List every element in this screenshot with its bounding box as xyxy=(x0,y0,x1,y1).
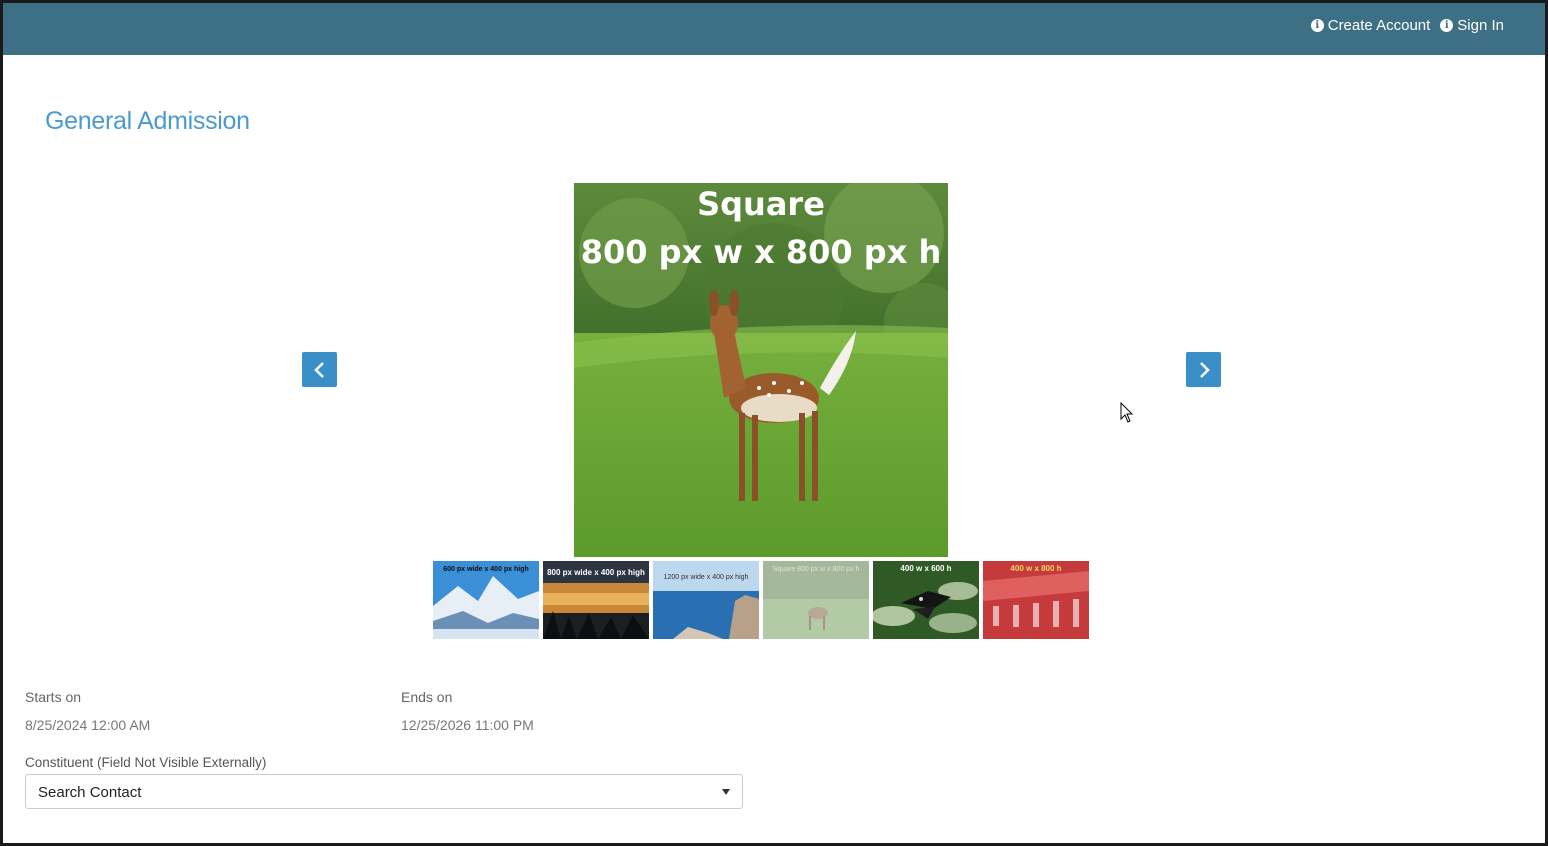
chevron-left-icon xyxy=(313,361,324,378)
mouse-cursor-icon xyxy=(1120,402,1134,423)
info-icon: i xyxy=(1310,19,1324,32)
sign-in-label: Sign In xyxy=(1457,17,1504,34)
top-bar: i Create Account i Sign In xyxy=(3,3,1545,55)
thumbnail-caption: 800 px wide x 400 px high xyxy=(547,568,645,577)
constituent-label: Constituent (Field Not Visible Externall… xyxy=(25,755,267,770)
page-title: General Admission xyxy=(45,107,250,135)
page-frame: i Create Account i Sign In General Admis… xyxy=(3,3,1545,843)
ends-on-label: Ends on xyxy=(401,689,453,705)
starts-on-label: Starts on xyxy=(25,689,82,705)
constituent-select-value: Search Contact xyxy=(38,784,142,801)
top-nav: i Create Account i Sign In xyxy=(1310,17,1504,34)
thumbnail-strip: 600 px wide x 400 px high 800 px wide x … xyxy=(433,561,1089,639)
carousel-prev-button[interactable] xyxy=(302,352,337,387)
carousel-main-image: Square 800 px w x 800 px h xyxy=(574,183,948,557)
thumbnail-caption: 600 px wide x 400 px high xyxy=(443,566,529,573)
thumbnail-building[interactable]: 400 w x 800 h xyxy=(983,561,1089,639)
thumbnail-caption: 400 w x 800 h xyxy=(1010,564,1061,573)
thumbnail-butterfly[interactable]: 400 w x 600 h xyxy=(873,561,979,639)
carousel-next-button[interactable] xyxy=(1186,352,1221,387)
thumbnail-caption: 400 w x 600 h xyxy=(900,564,951,573)
constituent-select[interactable]: Search Contact xyxy=(25,774,743,809)
deer-photo: Square 800 px w x 800 px h xyxy=(574,183,948,557)
create-account-link[interactable]: i Create Account xyxy=(1310,17,1431,34)
sign-in-link[interactable]: i Sign In xyxy=(1440,17,1504,34)
create-account-label: Create Account xyxy=(1327,17,1431,34)
starts-on-value: 8/25/2024 12:00 AM xyxy=(25,717,151,733)
info-icon: i xyxy=(1440,19,1454,32)
thumbnail-caption: 1200 px wide x 400 px high xyxy=(664,574,749,581)
main-image-caption-line2: 800 px w x 800 px h xyxy=(581,233,942,271)
thumbnail-mountain[interactable]: 600 px wide x 400 px high xyxy=(433,561,539,639)
thumbnail-deer-selected[interactable]: Square 800 px w x 800 px h xyxy=(763,561,869,639)
ends-on-value: 12/25/2026 11:00 PM xyxy=(401,717,534,733)
thumbnail-ocean[interactable]: 1200 px wide x 400 px high xyxy=(653,561,759,639)
thumbnail-sunset[interactable]: 800 px wide x 400 px high xyxy=(543,561,649,639)
caret-down-icon xyxy=(722,789,730,795)
main-image-caption-line1: Square xyxy=(697,185,825,223)
chevron-right-icon xyxy=(1199,361,1210,378)
